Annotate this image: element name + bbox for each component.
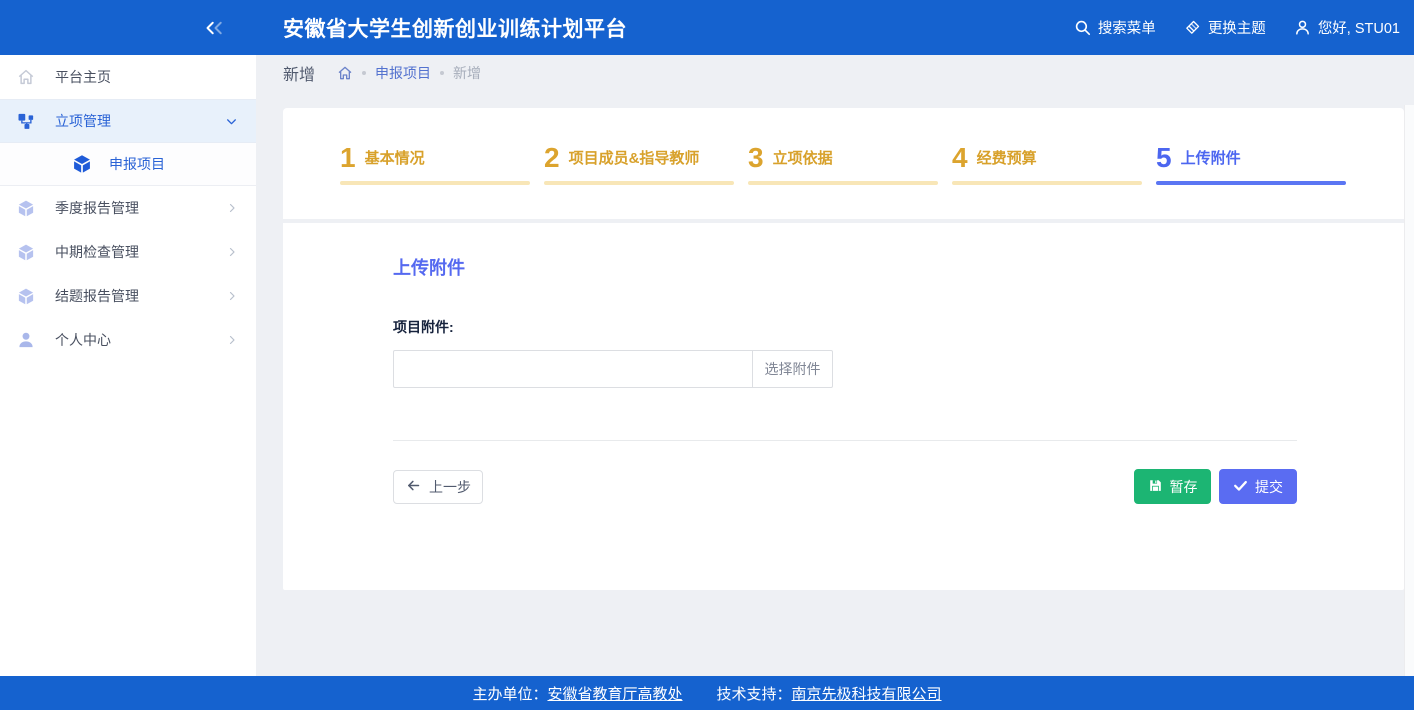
attachment-input-group: 选择附件 xyxy=(393,350,833,388)
sidebar-item-final-report[interactable]: 结题报告管理 xyxy=(0,274,256,318)
host-org-link[interactable]: 安徽省教育厅高教处 xyxy=(547,686,682,703)
chevron-right-icon xyxy=(226,290,238,302)
header-sidebar-zone xyxy=(0,0,256,55)
cube-icon xyxy=(17,199,35,217)
home-icon xyxy=(17,68,35,86)
chevron-right-icon xyxy=(226,202,238,214)
sitemap-icon xyxy=(17,112,35,130)
submit-button-group: 暂存 提交 xyxy=(1134,469,1297,504)
search-menu-button[interactable]: 搜索菜单 xyxy=(1074,17,1156,38)
cube-icon xyxy=(72,154,92,174)
actions-row: 上一步 暂存 提交 xyxy=(393,469,1297,504)
step-5-upload-attachments[interactable]: 5上传附件 xyxy=(1156,144,1360,219)
arrow-left-icon xyxy=(405,478,422,496)
breadcrumb: 新增 申报项目 新增 xyxy=(256,55,1414,91)
sidebar-item-midterm-check[interactable]: 中期检查管理 xyxy=(0,230,256,274)
step-underline xyxy=(544,181,734,185)
header-actions: 搜索菜单 更换主题 您好, STU01 xyxy=(1074,17,1414,38)
step-underline xyxy=(952,181,1142,185)
step-3-project-basis[interactable]: 3立项依据 xyxy=(748,144,952,219)
chevron-down-icon xyxy=(225,115,238,128)
host-prefix: 主办单位： xyxy=(472,686,547,703)
vertical-scrollbar[interactable] xyxy=(1404,105,1414,676)
wizard-steps: 1基本情况 2项目成员&指导教师 3立项依据 4经费预算 5上传附件 xyxy=(283,108,1404,219)
save-floppy-icon xyxy=(1148,478,1163,496)
sidebar-item-project-management[interactable]: 立项管理 xyxy=(0,99,256,143)
search-icon xyxy=(1074,19,1091,36)
step-4-budget[interactable]: 4经费预算 xyxy=(952,144,1156,219)
footer: 主办单位：安徽省教育厅高教处 技术支持：南京先极科技有限公司 xyxy=(0,676,1414,710)
chevron-right-icon xyxy=(226,334,238,346)
sidebar-item-home[interactable]: 平台主页 xyxy=(0,55,256,99)
cube-icon xyxy=(17,243,35,261)
app-window: 安徽省大学生创新创业训练计划平台 搜索菜单 更换主题 您好, STU01 平台主… xyxy=(0,0,1414,710)
page-title: 新增 xyxy=(283,61,315,85)
upload-panel: 上传附件 项目附件: 选择附件 上一步 暂存 xyxy=(283,223,1404,590)
app-title: 安徽省大学生创新创业训练计划平台 xyxy=(283,13,627,43)
attachment-field-label: 项目附件: xyxy=(393,317,1293,337)
step-underline xyxy=(340,181,530,185)
change-theme-button[interactable]: 更换主题 xyxy=(1184,17,1266,38)
breadcrumb-link-declare-project[interactable]: 申报项目 xyxy=(375,63,431,83)
chevron-right-icon xyxy=(226,246,238,258)
section-title: 上传附件 xyxy=(393,223,1293,280)
sidebar: 平台主页 立项管理 申报项目 季度报告管理 xyxy=(0,55,256,676)
theme-brush-icon xyxy=(1184,19,1201,36)
breadcrumb-separator xyxy=(440,71,444,75)
breadcrumb-current: 新增 xyxy=(453,63,481,83)
sidebar-item-personal-center[interactable]: 个人中心 xyxy=(0,318,256,362)
divider xyxy=(393,440,1297,441)
breadcrumb-separator xyxy=(362,71,366,75)
save-draft-button[interactable]: 暂存 xyxy=(1134,469,1211,504)
main-content: 新增 申报项目 新增 1基本情况 2项目成员&指导教师 3立项依据 xyxy=(256,55,1414,676)
cube-icon xyxy=(17,287,35,305)
support-prefix: 技术支持： xyxy=(717,686,792,703)
choose-file-button[interactable]: 选择附件 xyxy=(753,350,833,388)
step-2-members-teachers[interactable]: 2项目成员&指导教师 xyxy=(544,144,748,219)
sidebar-subitem-declare-project[interactable]: 申报项目 xyxy=(0,143,256,186)
step-underline xyxy=(1156,181,1346,185)
attachment-filename-input[interactable] xyxy=(393,350,753,388)
support-org-link[interactable]: 南京先极科技有限公司 xyxy=(792,686,942,703)
check-icon xyxy=(1233,478,1248,496)
top-header: 安徽省大学生创新创业训练计划平台 搜索菜单 更换主题 您好, STU01 xyxy=(0,0,1414,55)
submit-button[interactable]: 提交 xyxy=(1219,469,1297,504)
breadcrumb-home-icon[interactable] xyxy=(337,65,353,81)
collapse-sidebar-icon[interactable] xyxy=(202,19,230,37)
user-icon xyxy=(1294,19,1311,36)
sidebar-item-quarterly-report[interactable]: 季度报告管理 xyxy=(0,186,256,230)
user-greeting[interactable]: 您好, STU01 xyxy=(1294,17,1400,38)
user-icon xyxy=(17,331,35,349)
step-underline xyxy=(748,181,938,185)
previous-step-button[interactable]: 上一步 xyxy=(393,470,483,504)
step-1-basic-info[interactable]: 1基本情况 xyxy=(340,144,544,219)
